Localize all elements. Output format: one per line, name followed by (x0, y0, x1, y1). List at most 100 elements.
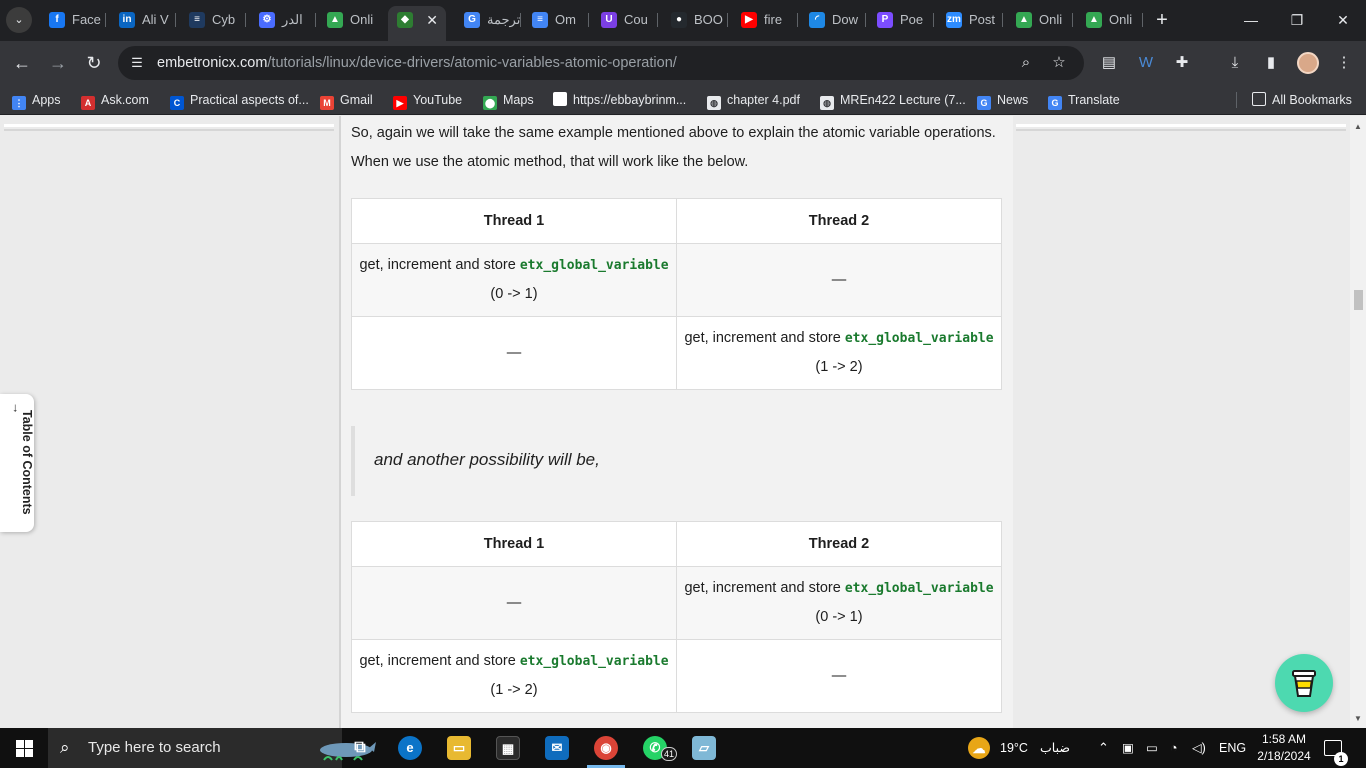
forward-button[interactable]: → (44, 49, 72, 77)
bookmark-item[interactable]: ◍ MREn422 Lecture (7... (820, 92, 966, 110)
battery-icon[interactable]: ▭ (1146, 728, 1158, 768)
course-icon: U (601, 12, 617, 28)
tab-5[interactable]: ◆ ✕ (388, 6, 446, 41)
tab-15[interactable]: ▲ Onli (1077, 6, 1143, 34)
atomic-table-1: Thread 1 Thread 2 get, increment and sto… (351, 198, 1002, 390)
linkedin-icon: in (119, 12, 135, 28)
bookmarks-bar: ⋮ Apps A Ask.com C Practical aspects of... M Gm… (0, 85, 1366, 115)
address-bar[interactable]: ☰ embetronicx.com/tutorials/linux/device… (118, 46, 1084, 80)
tab-9[interactable]: ● BOO (662, 6, 728, 34)
scroll-down-arrow-icon[interactable]: ▼ (1354, 714, 1362, 723)
notepad-icon[interactable]: ▱ (692, 736, 716, 760)
close-tab-icon[interactable]: ✕ (426, 6, 438, 34)
tab-8[interactable]: U Cou (592, 6, 658, 34)
input-language[interactable]: ENG (1219, 728, 1246, 768)
whatsapp-unread-badge: 41 (661, 747, 677, 761)
meet-now-icon[interactable]: ▣ (1122, 728, 1134, 768)
taskbar-search[interactable]: ⌕ Type here to search (48, 728, 376, 768)
reload-button[interactable]: ↻ (80, 49, 108, 77)
edge-icon[interactable]: e (398, 736, 422, 760)
file-explorer-icon[interactable]: ▭ (447, 736, 471, 760)
microsoft-store-icon[interactable]: ▦ (496, 736, 520, 760)
clock-date: 2/18/2024 (1257, 749, 1311, 763)
weather-condition[interactable]: ضباب (1040, 728, 1070, 768)
bookmark-item[interactable]: C Practical aspects of... (170, 92, 309, 110)
bookmark-item[interactable]: https://ebbaybrinm... (553, 92, 686, 108)
page-icon (553, 92, 567, 106)
tab-search-button[interactable]: ⌄ (6, 7, 32, 33)
embetronicx-icon: ◆ (397, 12, 413, 28)
weather-temperature[interactable]: 19°C (1000, 728, 1028, 768)
table-row: get, increment and store etx_global_vari… (351, 243, 1002, 317)
tab-11[interactable]: ◜ Dow (800, 6, 866, 34)
page-scrollbar[interactable]: ▲ ▼ (1350, 116, 1366, 728)
tab-1[interactable]: in Ali V (110, 6, 176, 34)
tab-title: Post (969, 12, 996, 27)
tab-4[interactable]: ▲ Onli (318, 6, 384, 34)
wifi-icon[interactable]: ◔ (1170, 728, 1178, 768)
buy-me-a-coffee-button[interactable] (1275, 654, 1333, 712)
start-button[interactable] (16, 740, 33, 757)
tab-13[interactable]: zm Post (937, 6, 1003, 34)
weather-icon[interactable]: ☁ (968, 737, 990, 759)
clock[interactable]: 1:58 AM 2/18/2024 (1248, 731, 1320, 765)
tab-separator (588, 13, 589, 27)
volume-icon[interactable]: ◁) (1192, 728, 1206, 768)
restore-button[interactable]: ❐ (1274, 0, 1320, 41)
bookmark-item[interactable]: G News (977, 92, 1028, 110)
zoom-icon[interactable]: ⌕ (1015, 52, 1037, 74)
bookmark-label: MREn422 Lecture (7... (840, 93, 966, 107)
tab-2[interactable]: ≡ Cyb (180, 6, 246, 34)
word-extension-icon[interactable]: W (1135, 52, 1157, 74)
chrome-icon[interactable]: ◉ (594, 736, 618, 760)
minimize-button[interactable]: — (1228, 0, 1274, 41)
tab-12[interactable]: P Poe (868, 6, 934, 34)
google-drive-icon: ▲ (1016, 12, 1032, 28)
tab-separator (315, 13, 316, 27)
google-translate-icon: G (464, 12, 480, 28)
code-variable: etx_global_variable (844, 331, 994, 346)
bookmark-star-icon[interactable]: ☆ (1048, 52, 1070, 74)
extension-icon[interactable]: ▤ (1098, 52, 1120, 74)
back-button[interactable]: ← (8, 49, 36, 77)
tab-10[interactable]: ▶ fire (732, 6, 798, 34)
mail-icon[interactable]: ✉ (545, 736, 569, 760)
scrollbar-thumb[interactable] (1354, 290, 1363, 310)
new-tab-button[interactable]: + (1150, 8, 1174, 32)
bookmark-item[interactable]: ▶ YouTube (393, 92, 462, 110)
bookmark-item[interactable]: M Gmail (320, 92, 373, 110)
profile-avatar[interactable] (1297, 52, 1319, 74)
table-header: Thread 2 (676, 198, 1002, 244)
scroll-up-arrow-icon[interactable]: ▲ (1354, 122, 1362, 131)
apps-grid-icon: ⋮ (12, 96, 26, 110)
bookmark-item[interactable]: G Translate (1048, 92, 1120, 110)
download-icon[interactable]: ⤓ (1224, 52, 1246, 74)
tab-6[interactable]: G ترجمة (455, 6, 521, 34)
close-window-button[interactable]: ✕ (1320, 0, 1366, 41)
site-info-icon[interactable]: ☰ (128, 54, 146, 72)
bookmark-item[interactable]: ⬤ Maps (483, 92, 534, 110)
globe-icon: ◍ (820, 96, 834, 110)
extensions-puzzle-icon[interactable]: ✚ (1171, 52, 1193, 74)
table-of-contents-toggle[interactable]: → Table of Contents (0, 394, 34, 532)
tab-7[interactable]: ≡ Om (523, 6, 589, 34)
bookmark-item[interactable]: ◍ chapter 4.pdf (707, 92, 800, 110)
tab-0[interactable]: f Face (40, 6, 106, 34)
all-bookmarks-folder[interactable]: All Bookmarks (1252, 92, 1352, 108)
tab-14[interactable]: ▲ Onli (1007, 6, 1073, 34)
bookmark-item[interactable]: ⋮ Apps (12, 92, 61, 110)
tab-separator (1142, 13, 1143, 27)
bookmark-item[interactable]: A Ask.com (81, 92, 149, 110)
tab-title: BOO (694, 12, 723, 27)
tab-strip: ⌄ f Face in Ali V ≡ Cyb ⚙ الدر ▲ Onli ◆ ✕ G ترجمة ≡ Om U… (0, 0, 1366, 41)
side-panel-icon[interactable]: ▮ (1260, 52, 1282, 74)
table-cell: get, increment and store etx_global_vari… (351, 639, 677, 713)
show-hidden-icons-chevron-icon[interactable]: ⌃ (1098, 728, 1109, 768)
url-text[interactable]: embetronicx.com/tutorials/linux/device-d… (157, 46, 677, 80)
menu-kebab-icon[interactable]: ⋮ (1333, 52, 1355, 74)
notification-count-badge: 1 (1334, 752, 1348, 766)
tab-title: Face (72, 12, 101, 27)
tab-3[interactable]: ⚙ الدر (250, 6, 316, 34)
task-view-icon[interactable]: ⧉ (348, 736, 372, 760)
tab-title: Onli (1039, 12, 1063, 27)
